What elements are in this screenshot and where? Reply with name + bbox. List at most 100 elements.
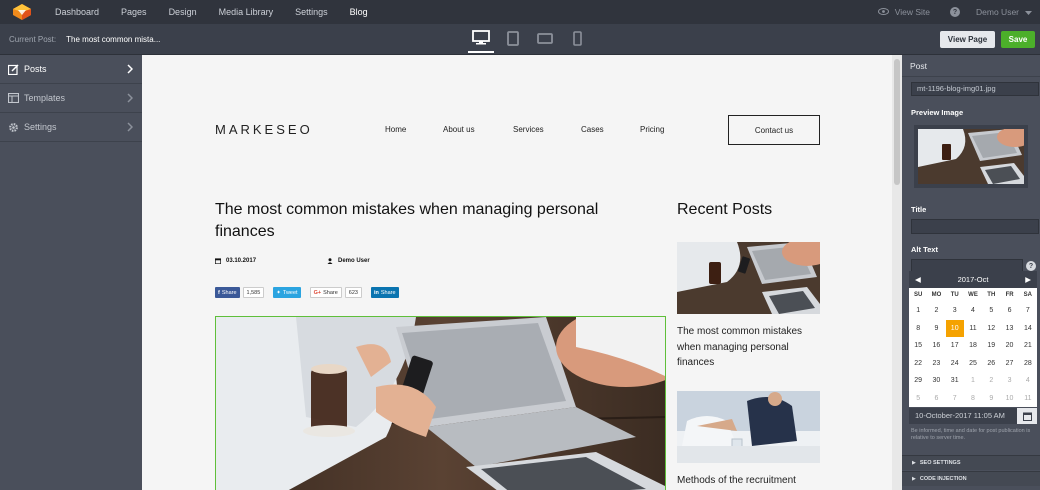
recent-post-thumb-2[interactable] <box>677 391 820 463</box>
calendar-day[interactable]: 17 <box>946 337 964 355</box>
calendar-day[interactable]: 11 <box>964 320 982 338</box>
calendar-toggle-button[interactable] <box>1017 408 1037 424</box>
recent-post-link-1[interactable]: The most common mistakes when managing p… <box>677 324 822 371</box>
datetime-input[interactable]: 10-October-2017 11:05 AM <box>909 408 1017 424</box>
calendar-day[interactable]: 24 <box>946 355 964 373</box>
prev-month-icon[interactable]: ◀ <box>915 275 921 284</box>
app-logo-icon[interactable] <box>0 0 44 24</box>
site-nav-pricing[interactable]: Pricing <box>640 125 664 134</box>
calendar-day[interactable]: 20 <box>1000 337 1018 355</box>
calendar-day[interactable]: 23 <box>927 355 945 373</box>
tablet-landscape-view-button[interactable] <box>532 24 558 53</box>
calendar-day[interactable]: 8 <box>909 320 927 338</box>
post-featured-image[interactable] <box>215 316 666 490</box>
calendar-day[interactable]: 13 <box>1000 320 1018 338</box>
calendar-day[interactable]: 2 <box>927 302 945 320</box>
sidebar-item-settings[interactable]: Settings <box>0 113 142 142</box>
recent-post-thumb-1[interactable] <box>677 242 820 314</box>
tablet-portrait-view-button[interactable] <box>500 24 526 53</box>
recent-post-link-2[interactable]: Methods of the recruitment <box>677 473 822 489</box>
calendar-day[interactable]: 22 <box>909 355 927 373</box>
calendar-day[interactable]: 12 <box>982 320 1000 338</box>
site-nav-services[interactable]: Services <box>513 125 544 134</box>
help-icon[interactable]: ? <box>1026 261 1036 271</box>
nav-design[interactable]: Design <box>158 0 208 24</box>
nav-media-library[interactable]: Media Library <box>208 0 285 24</box>
calendar-day[interactable]: 10 <box>945 319 964 337</box>
calendar-day[interactable]: 15 <box>909 337 927 355</box>
page-preview-canvas[interactable]: MARKESEO Home About us Services Cases Pr… <box>142 55 892 490</box>
calendar-day[interactable]: 18 <box>964 337 982 355</box>
sidebar-item-templates[interactable]: Templates <box>0 84 142 113</box>
calendar-day[interactable]: 11 <box>1019 390 1037 408</box>
google-plus-share-button[interactable]: G+ Share <box>309 287 342 298</box>
calendar-day[interactable]: 2 <box>982 372 1000 390</box>
left-sidebar: Posts Templates Settings <box>0 55 142 490</box>
contact-us-button[interactable]: Contact us <box>728 115 820 145</box>
nav-dashboard[interactable]: Dashboard <box>44 0 110 24</box>
calendar-day[interactable]: 3 <box>1000 372 1018 390</box>
calendar-day[interactable]: 16 <box>927 337 945 355</box>
calendar-day[interactable]: 7 <box>1019 302 1037 320</box>
calendar-day[interactable]: 6 <box>1000 302 1018 320</box>
facebook-share-button[interactable]: f Share <box>215 287 240 298</box>
calendar-day[interactable]: 31 <box>946 372 964 390</box>
code-injection-accordion[interactable]: ▶ CODE INJECTION <box>902 471 1040 486</box>
desktop-view-button[interactable] <box>468 24 494 53</box>
calendar-day[interactable]: 29 <box>909 372 927 390</box>
title-input[interactable] <box>911 219 1039 234</box>
calendar-day[interactable]: 6 <box>927 390 945 408</box>
calendar-day[interactable]: 9 <box>982 390 1000 408</box>
calendar-day[interactable]: 1 <box>909 302 927 320</box>
view-site-link[interactable]: View Site <box>895 7 930 17</box>
caret-right-icon: ▶ <box>912 476 916 482</box>
calendar-day[interactable]: 30 <box>927 372 945 390</box>
site-nav-home[interactable]: Home <box>385 125 406 134</box>
calendar-day[interactable]: 4 <box>1019 372 1037 390</box>
caret-right-icon: ▶ <box>912 460 916 466</box>
nav-settings[interactable]: Settings <box>284 0 339 24</box>
site-nav-about[interactable]: About us <box>443 125 475 134</box>
calendar-day[interactable]: 9 <box>927 320 945 338</box>
calendar-day[interactable]: 10 <box>1000 390 1018 408</box>
seo-settings-accordion[interactable]: ▶ SEO SETTINGS <box>902 455 1040 470</box>
calendar-month[interactable]: 2017-Oct <box>958 275 989 284</box>
calendar-day[interactable]: 4 <box>964 302 982 320</box>
accordion-label: SEO SETTINGS <box>919 460 961 466</box>
calendar-day[interactable]: 8 <box>964 390 982 408</box>
nav-blog[interactable]: Blog <box>339 0 379 24</box>
calendar-day[interactable]: 1 <box>964 372 982 390</box>
edit-icon <box>8 63 19 75</box>
calendar-day[interactable]: 14 <box>1019 320 1037 338</box>
calendar-day[interactable]: 5 <box>982 302 1000 320</box>
calendar-day[interactable]: 19 <box>982 337 1000 355</box>
current-post-value[interactable]: The most common mista... <box>66 35 160 44</box>
next-month-icon[interactable]: ▶ <box>1025 275 1031 284</box>
linkedin-share-button[interactable]: in Share <box>370 287 399 298</box>
caret-down-icon[interactable] <box>1025 7 1032 17</box>
calendar-day[interactable]: 28 <box>1019 355 1037 373</box>
post-title[interactable]: The most common mistakes when managing p… <box>215 199 635 243</box>
nav-pages[interactable]: Pages <box>110 0 158 24</box>
sidebar-item-posts[interactable]: Posts <box>0 55 142 84</box>
calendar-day[interactable]: 26 <box>982 355 1000 373</box>
site-brand-logo[interactable]: MARKESEO <box>215 122 313 137</box>
view-page-button[interactable]: View Page <box>940 31 995 48</box>
site-nav-cases[interactable]: Cases <box>581 125 604 134</box>
calendar-day[interactable]: 25 <box>964 355 982 373</box>
canvas-scrollbar[interactable] <box>892 55 902 490</box>
calendar-day[interactable]: 7 <box>946 390 964 408</box>
phone-view-button[interactable] <box>564 24 590 53</box>
scrollbar-thumb[interactable] <box>894 59 900 185</box>
preview-image-thumb[interactable] <box>914 125 1033 188</box>
calendar-day[interactable]: 5 <box>909 390 927 408</box>
post-date-text: 03.10.2017 <box>226 258 257 264</box>
image-filename-field[interactable]: mt-1196-blog-img01.jpg <box>911 82 1039 96</box>
save-button[interactable]: Save <box>1001 31 1035 48</box>
help-icon[interactable]: ? <box>950 7 961 17</box>
twitter-tweet-button[interactable]: ✦ Tweet <box>273 287 301 298</box>
calendar-day[interactable]: 27 <box>1000 355 1018 373</box>
calendar-day[interactable]: 3 <box>946 302 964 320</box>
user-menu[interactable]: Demo User <box>976 7 1019 17</box>
calendar-day[interactable]: 21 <box>1019 337 1037 355</box>
